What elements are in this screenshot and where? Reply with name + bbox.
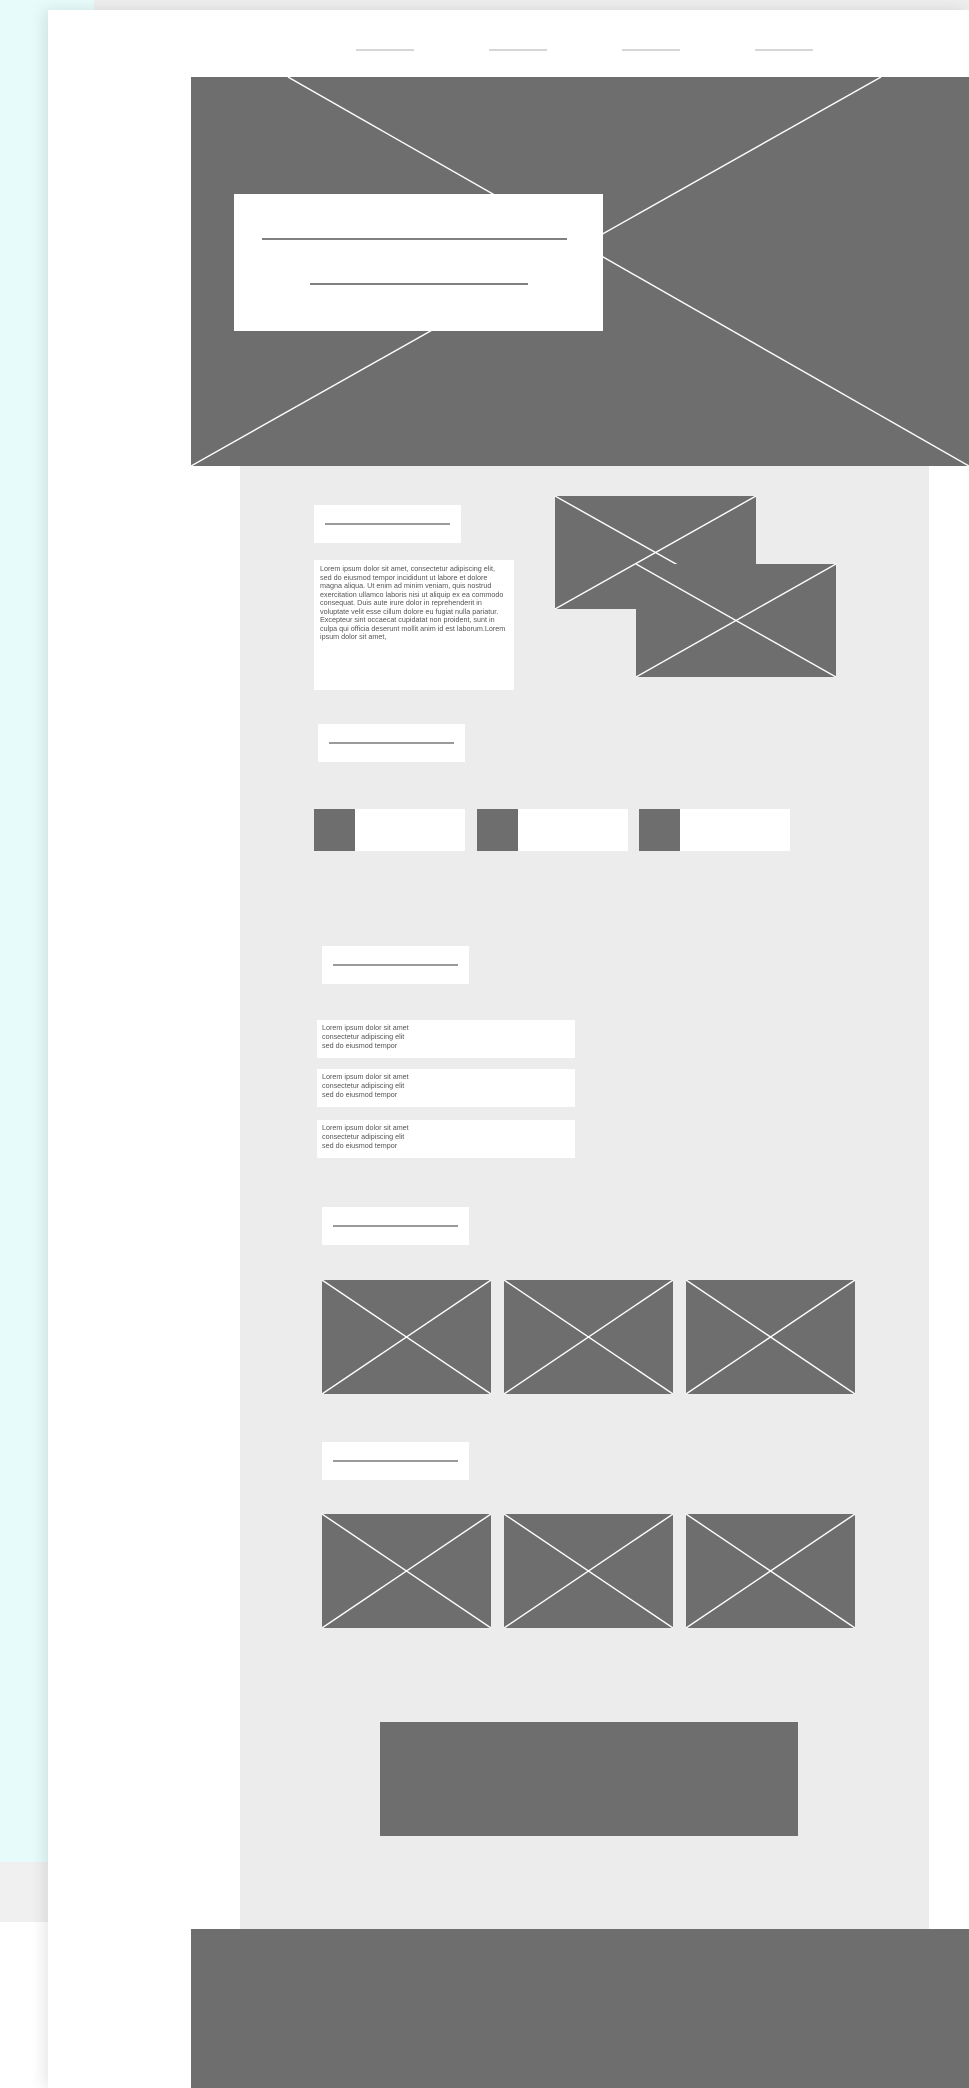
nav-link-4[interactable] (755, 49, 813, 51)
gallery-1-image-3 (686, 1280, 855, 1394)
list-item: Lorem ipsum dolor sit amet consectetur a… (317, 1069, 575, 1107)
intro-heading (314, 505, 461, 543)
nav-link-1[interactable] (356, 49, 414, 51)
gallery-1-image-2 (504, 1280, 673, 1394)
intro-image-front (636, 564, 836, 677)
gallery-2-image-3 (686, 1514, 855, 1628)
list-item: Lorem ipsum dolor sit amet consectetur a… (317, 1120, 575, 1158)
canvas-shadow (0, 1862, 48, 1922)
hero-title-line (262, 238, 567, 240)
list-heading (322, 946, 469, 984)
hero-subtitle-line (310, 283, 528, 285)
feature-item-3[interactable] (639, 809, 790, 851)
footer (191, 1929, 969, 2088)
nav-link-2[interactable] (489, 49, 547, 51)
feature-item-1[interactable] (314, 809, 465, 851)
gallery-2-image-2 (504, 1514, 673, 1628)
canvas-top-strip (94, 0, 969, 10)
gallery-1-image-1 (322, 1280, 491, 1394)
gallery-1-heading (322, 1207, 469, 1245)
gallery-2-image-1 (322, 1514, 491, 1628)
feature-icon (477, 809, 518, 851)
gallery-2-heading (322, 1442, 469, 1480)
feature-icon (314, 809, 355, 851)
features-heading (318, 724, 465, 762)
nav-link-3[interactable] (622, 49, 680, 51)
hero-text-card (234, 194, 603, 331)
cta-block[interactable] (380, 1722, 798, 1836)
feature-item-2[interactable] (477, 809, 628, 851)
feature-icon (639, 809, 680, 851)
list-item: Lorem ipsum dolor sit amet consectetur a… (317, 1020, 575, 1058)
intro-paragraph: Lorem ipsum dolor sit amet, consectetur … (314, 560, 514, 690)
